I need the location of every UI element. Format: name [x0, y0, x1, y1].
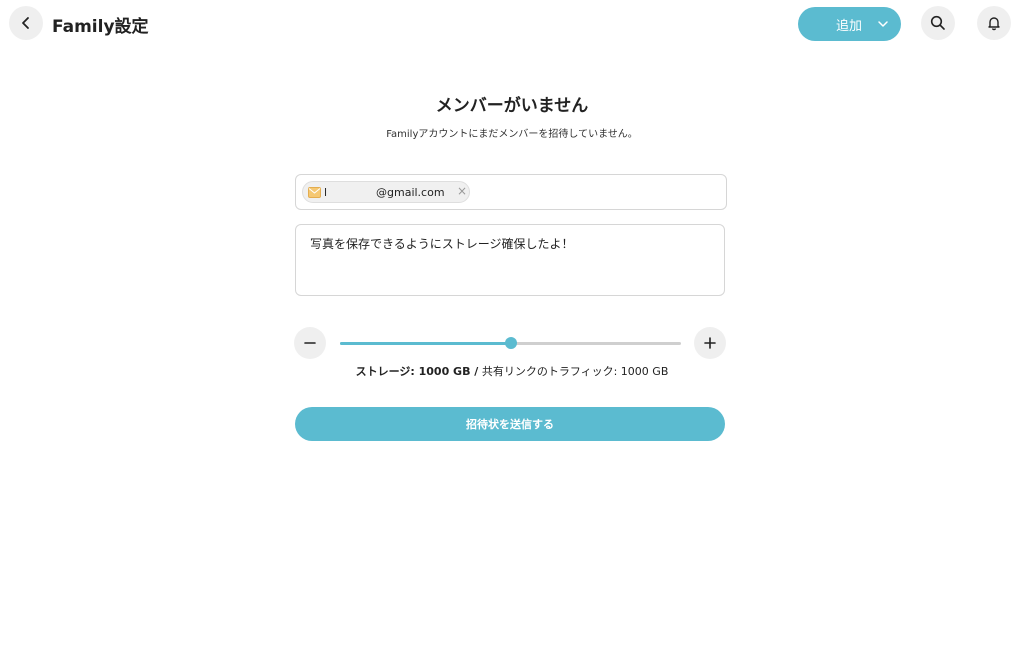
email-input[interactable]: l @gmail.com ×: [295, 174, 727, 210]
mail-icon: [308, 187, 321, 198]
search-icon: [930, 15, 945, 30]
add-button-label: 追加: [836, 19, 863, 34]
plus-icon: [704, 337, 716, 349]
app-header: Family設定 追加: [0, 0, 1024, 48]
send-invite-button[interactable]: 招待状を送信する: [295, 407, 725, 441]
message-textarea[interactable]: 写真を保存できるようにストレージ確保したよ！: [295, 224, 725, 296]
empty-state-title: メンバーがいません: [435, 96, 589, 116]
decrease-storage-button[interactable]: [294, 327, 326, 359]
minus-icon: [304, 342, 316, 344]
remove-chip-icon[interactable]: ×: [457, 184, 467, 198]
message-text: 写真を保存できるようにストレージ確保したよ！: [310, 237, 574, 251]
page-title: Family設定: [52, 17, 149, 37]
back-button[interactable]: [9, 6, 43, 40]
traffic-amount: 共有リンクのトラフィック: 1000 GB: [478, 365, 669, 378]
bell-icon: [988, 17, 1000, 31]
storage-slider-fill: [340, 342, 511, 345]
email-chip-address: l @gmail.com: [324, 186, 445, 199]
storage-slider-thumb[interactable]: [504, 337, 517, 349]
chevron-left-icon: [22, 17, 29, 29]
search-button[interactable]: [921, 6, 955, 40]
notifications-button[interactable]: [977, 6, 1011, 40]
storage-slider[interactable]: [340, 337, 681, 349]
email-chip[interactable]: l @gmail.com ×: [302, 181, 470, 203]
add-button[interactable]: 追加: [798, 7, 901, 41]
storage-summary: ストレージ: 1000 GB / 共有リンクのトラフィック: 1000 GB: [0, 363, 1024, 379]
chevron-down-icon: [878, 21, 888, 27]
increase-storage-button[interactable]: [694, 327, 726, 359]
empty-state-subtitle: Familyアカウントにまだメンバーを招待していません。: [386, 129, 638, 140]
storage-amount: ストレージ: 1000 GB /: [355, 365, 479, 378]
